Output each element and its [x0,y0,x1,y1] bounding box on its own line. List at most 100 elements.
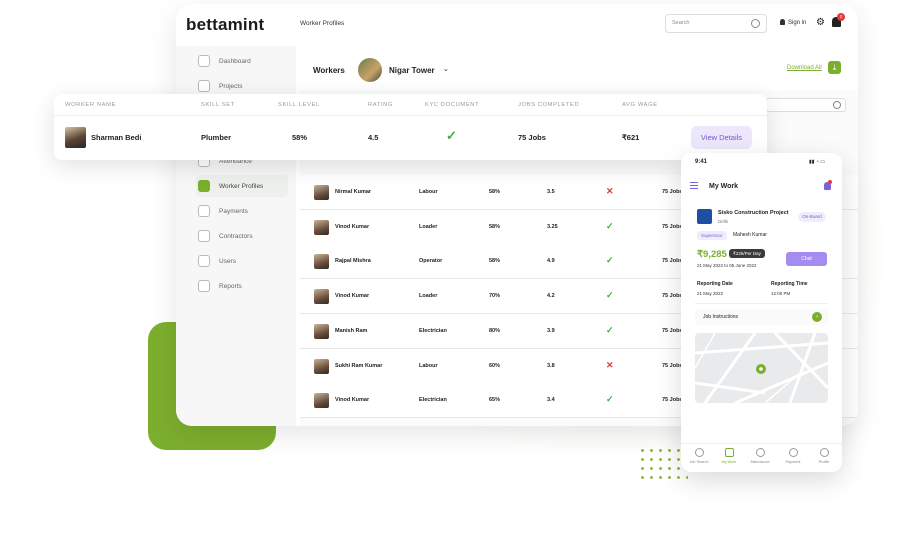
tab-label: Attendance [750,460,770,464]
skill-set: Labour [419,189,438,195]
sidebar-item-reports[interactable]: Reports [196,275,288,297]
reporting-time-value: 12:00 PM [771,291,791,296]
sidebar-item-label: Worker Profiles [219,182,264,190]
phone-app: 9:41 ▮▮ ◔ ▭ My Work Sisko Construction P… [681,153,842,472]
skill-set: Electrician [419,397,447,404]
check-icon: ✓ [606,220,614,231]
page-title: Workers [313,66,345,75]
avg-wage: ₹621 [622,133,640,142]
worker-name: Vinod Kumar [335,293,370,300]
job-instructions-label: Job Instructions [703,314,739,320]
stage: bettamint Worker Profiles Search Sign in… [0,0,909,539]
tab-my-work[interactable]: My Work [714,448,744,464]
briefcase-icon [724,448,734,457]
site-selector[interactable]: Nigar Tower [389,66,435,75]
reporting-date-value: 21 May 2022 [697,291,724,296]
worker-name: Vinod Kumar [335,223,370,230]
column-header: SKILL SET [201,102,235,108]
table-search-input[interactable] [766,98,846,112]
status-time: 9:41 [695,159,708,165]
sidebar-item-users[interactable]: Users [196,250,288,272]
bottom-tab-bar: Job Search My Work Attendance Payment Pr… [681,443,842,472]
search-input[interactable]: Search [665,14,767,33]
sidebar-item-label: Dashboard [219,57,251,65]
worker-name: Nirmal Kumar [335,189,372,195]
sign-in-link[interactable]: Sign in [780,19,806,26]
menu-icon[interactable] [690,182,698,189]
tab-profile[interactable]: Profile [809,448,839,464]
chevron-down-icon[interactable]: ⌄ [443,65,449,73]
table-row[interactable]: Sharman Bedi Plumber 58% 4.5 ✓ 75 Jobs ₹… [54,116,767,160]
tab-label: My Work [721,460,737,464]
avatar [314,393,329,409]
skill-set: Loader [419,293,438,300]
table-header: WORKER NAME SKILL SET SKILL LEVEL RATING… [54,94,767,116]
avatar [314,254,329,270]
sidebar-item-dashboard[interactable]: Dashboard [196,50,288,72]
rating: 3.25 [547,223,558,230]
skill-level: 60% [489,362,501,369]
tab-label: Profile [818,460,830,464]
cross-icon: ✕ [606,186,614,196]
calendar-icon [755,448,765,457]
jobs-completed: 75 Jobs [662,362,683,369]
notification-badge: 2 [837,13,845,21]
skill-set: Operator [419,258,443,265]
column-header: WORKER NAME [65,102,117,108]
chevron-right-icon: › [812,312,822,322]
worker-name: Sharman Bedi [91,133,142,142]
sidebar-item-contractors[interactable]: Contractors [196,225,288,247]
gear-icon[interactable]: ⚙ [816,17,825,28]
sidebar-item-label: Payments [219,207,248,215]
site-avatar [358,58,382,82]
skill-level: 58% [489,223,501,230]
tab-job-search[interactable]: Job Search [684,448,714,464]
tab-payment[interactable]: Payment [778,448,808,464]
column-header: SKILL LEVEL [278,102,320,108]
check-icon: ✓ [606,255,614,266]
rating: 3.4 [547,397,555,404]
check-icon: ✓ [606,394,614,405]
column-header: KYC DOCUMENT [425,102,480,108]
user-icon [780,19,785,25]
breadcrumb: Worker Profiles [300,20,345,27]
brand-logo[interactable]: bettamint [186,15,264,35]
search-icon [751,19,760,28]
profile-icon [819,448,829,457]
view-details-button[interactable]: View Details [691,126,752,149]
rating: 4.5 [368,133,379,142]
avatar [65,127,86,148]
signal-battery-icon: ▮▮ ◔ ▭ [809,159,826,165]
chat-button[interactable]: Chat [786,252,827,266]
worker-profiles-icon [198,180,210,192]
jobs-completed: 75 Jobs [662,189,683,195]
job-instructions-item[interactable]: Job Instructions › [695,309,828,325]
projects-icon [198,80,210,92]
reports-icon [198,280,210,292]
worker-name: Rajpal Mishra [335,258,371,265]
sidebar-item-worker-profiles[interactable]: Worker Profiles [196,175,288,197]
download-icon[interactable]: ⤓ [828,61,841,74]
dashboard-icon [198,55,210,67]
location-map[interactable] [695,333,828,403]
rating: 4.9 [547,258,555,265]
tab-label: Payment [785,460,801,464]
reporting-time-label: Reporting Time [771,281,808,287]
avatar [314,323,329,339]
tab-attendance[interactable]: Attendance [745,448,775,464]
project-city: Delhi [718,219,729,224]
skill-level: 58% [489,258,501,265]
featured-worker-card: WORKER NAME SKILL SET SKILL LEVEL RATING… [54,94,767,160]
skill-level: 65% [489,397,501,404]
sidebar-item-payments[interactable]: Payments [196,200,288,222]
supervisor-tag: Supervisor [697,231,727,240]
workers-header: Workers Nigar Tower ⌄ Download All ⤓ [300,46,858,90]
supervisor-name: Mahesh Kumar [733,232,767,238]
check-icon: ✓ [606,324,614,335]
skill-level: 70% [489,293,501,300]
rating: 3.9 [547,327,555,334]
download-all-link[interactable]: Download All [787,65,822,71]
skill-set: Electrician [419,327,447,334]
skill-level: 58% [489,189,501,195]
search-placeholder: Search [672,20,690,26]
